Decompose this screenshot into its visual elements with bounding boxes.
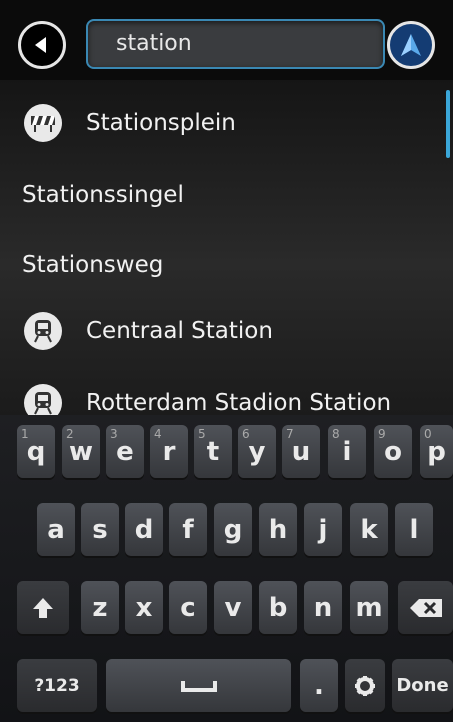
key-c[interactable]: c (169, 581, 207, 634)
key-d[interactable]: d (125, 503, 163, 556)
key-r[interactable]: 4r (150, 425, 188, 478)
key-p[interactable]: 0p (420, 425, 453, 478)
key-v[interactable]: v (214, 581, 252, 634)
done-key[interactable]: Done (392, 659, 453, 712)
list-item[interactable]: Stationssingel (22, 165, 453, 225)
result-label: Rotterdam Stadion Station (86, 390, 392, 415)
result-label: Stationsplein (86, 110, 236, 136)
key-g[interactable]: g (214, 503, 252, 556)
results-list: Stationsplein Stationssingel Stationsweg… (0, 80, 453, 415)
key-e[interactable]: 3e (106, 425, 144, 478)
key-t[interactable]: 5t (194, 425, 232, 478)
keyboard: 1q 2w 3e 4r 5t 6y 7u 8i 9o 0p a s d f g … (0, 415, 453, 722)
list-item[interactable]: Stationsplein (20, 93, 453, 153)
key-b[interactable]: b (259, 581, 297, 634)
search-input[interactable]: station (86, 19, 385, 69)
key-w[interactable]: 2w (62, 425, 100, 478)
key-o[interactable]: 9o (374, 425, 412, 478)
key-h[interactable]: h (259, 503, 297, 556)
search-input-value: station (116, 31, 192, 56)
top-bar: station (0, 0, 453, 80)
settings-key[interactable] (345, 659, 385, 712)
key-i[interactable]: 8i (328, 425, 366, 478)
train-icon (24, 384, 62, 415)
key-f[interactable]: f (169, 503, 207, 556)
key-a[interactable]: a (37, 503, 75, 556)
key-z[interactable]: z (81, 581, 119, 634)
roadwork-barrier-icon (24, 104, 62, 142)
back-arrow-icon (35, 37, 46, 53)
gear-icon (355, 675, 375, 696)
list-item[interactable]: Centraal Station (20, 301, 453, 361)
shift-arrow-icon (33, 597, 53, 618)
key-m[interactable]: m (350, 581, 388, 634)
key-n[interactable]: n (304, 581, 342, 634)
shift-key[interactable] (17, 581, 69, 634)
navigation-button[interactable] (387, 21, 435, 69)
key-s[interactable]: s (81, 503, 119, 556)
period-key[interactable]: . (300, 659, 338, 712)
backspace-icon (409, 598, 442, 617)
key-j[interactable]: j (304, 503, 342, 556)
scrollbar[interactable] (446, 90, 450, 158)
space-bar-icon (180, 680, 217, 692)
key-q[interactable]: 1q (17, 425, 55, 478)
key-l[interactable]: l (395, 503, 433, 556)
back-button[interactable] (18, 21, 66, 69)
list-item[interactable]: Stationsweg (22, 235, 453, 295)
key-y[interactable]: 6y (238, 425, 276, 478)
result-label: Stationsweg (22, 252, 164, 278)
symbols-key[interactable]: ?123 (17, 659, 97, 712)
key-u[interactable]: 7u (282, 425, 320, 478)
result-label: Centraal Station (86, 318, 273, 344)
train-icon (24, 312, 62, 350)
backspace-key[interactable] (398, 581, 453, 634)
key-k[interactable]: k (350, 503, 388, 556)
list-item[interactable]: Rotterdam Stadion Station (20, 373, 453, 415)
space-key[interactable] (106, 659, 291, 712)
key-x[interactable]: x (125, 581, 163, 634)
result-label: Stationssingel (22, 182, 184, 208)
navigation-arrow-icon (401, 34, 421, 56)
